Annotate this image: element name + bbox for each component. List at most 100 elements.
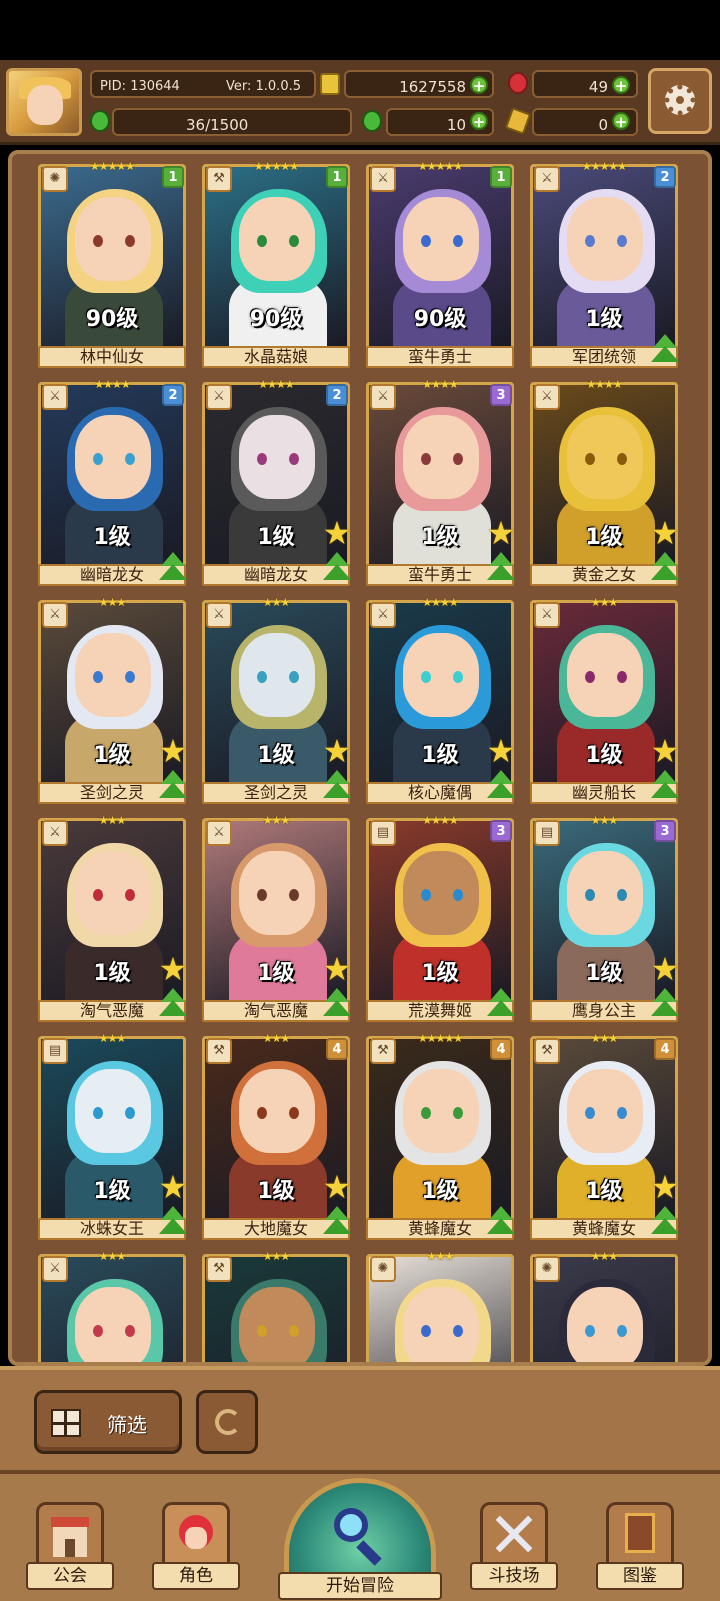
rank-badge: 4	[654, 1038, 676, 1060]
nav-codex-label: 图鉴	[596, 1562, 684, 1590]
settings-button[interactable]	[648, 68, 712, 134]
wrench-icon: ⚒	[206, 1038, 232, 1064]
gold-coin-icon	[320, 73, 340, 95]
gold-amount: 1627558	[399, 78, 466, 96]
filter-button[interactable]: 筛选	[34, 1390, 182, 1454]
nav-start-adventure[interactable]: 开始冒险	[278, 1478, 442, 1601]
nav-character[interactable]: 角色	[152, 1502, 240, 1596]
rank-badge: 3	[490, 384, 512, 406]
character-card[interactable]: 1级 ★★★★ ⚔ 核心魔偶 ★	[366, 596, 515, 806]
key-add-button[interactable]: +	[612, 112, 630, 130]
character-name: 林中仙女	[38, 346, 186, 368]
character-card[interactable]: ★★★ ✺	[530, 1250, 678, 1362]
star-up-icon: ★	[158, 950, 188, 988]
star-rating: ★★★	[98, 1250, 127, 1263]
character-level: 1级	[93, 525, 131, 550]
nav-character-label: 角色	[152, 1562, 240, 1590]
character-card[interactable]: 1级 ★★★★★ ⚒ 4 黄蜂魔女	[366, 1032, 515, 1242]
upgrade-arrow-icon	[156, 1204, 190, 1238]
star-up-icon: ★	[650, 950, 680, 988]
star-up-icon: ★	[322, 732, 352, 770]
sword-icon: ⚔	[206, 820, 232, 846]
guild-building-icon	[36, 1502, 104, 1566]
sword-icon: ⚔	[42, 384, 68, 410]
player-id-panel: PID: 130644 Ver: 1.0.0.5	[90, 70, 316, 98]
character-card[interactable]: 1级 ★★★★ ▤ 3 荒漠舞姬	[366, 814, 515, 1024]
character-level: 90级	[85, 307, 139, 332]
sword-icon: ⚔	[534, 166, 560, 192]
star-rating: ★★★★★	[417, 160, 463, 173]
character-card[interactable]: 1级 ★★★ ⚔ 圣剑之灵 ★	[38, 596, 187, 806]
character-card[interactable]: 1级 ★★★ ⚔ 淘气恶魔 ★	[202, 814, 351, 1024]
gold-add-button[interactable]: +	[470, 76, 488, 94]
character-card[interactable]: 1级 ★★★ ⚔ 淘气恶魔 ★	[38, 814, 187, 1024]
wrench-icon: ⚒	[370, 1038, 396, 1064]
reset-filter-button[interactable]	[196, 1390, 258, 1454]
character-card[interactable]: 1级 ★★★ ⚒ 4 大地魔女 ★	[202, 1032, 351, 1242]
nav-adventure-label: 开始冒险	[278, 1572, 442, 1600]
clover-amount: 10	[446, 116, 466, 134]
sword-icon: ⚔	[42, 1256, 68, 1282]
star-rating: ★★★	[590, 814, 619, 827]
crossed-swords-icon	[480, 1502, 548, 1566]
player-avatar[interactable]	[6, 68, 82, 136]
upgrade-arrow-icon	[320, 1204, 354, 1238]
star-rating: ★★★	[262, 814, 291, 827]
character-card[interactable]: 1级 ★★★★ ⚔ 2 幽暗龙女 ★	[202, 378, 351, 588]
sword-icon: ⚔	[206, 602, 232, 628]
character-card[interactable]: 90级 ★★★★★ ✺ 1 林中仙女	[38, 160, 186, 370]
character-card[interactable]: 1级 ★★★★★ ⚔ 2 军团统领	[530, 160, 679, 370]
grid-icon	[51, 1409, 81, 1437]
star-up-icon: ★	[650, 514, 680, 552]
character-card[interactable]: 1级 ★★★ ▤ 冰蛛女王 ★	[38, 1032, 187, 1242]
character-card[interactable]: 1级 ★★★★ ⚔ 3 蛮牛勇士 ★	[366, 378, 515, 588]
wrench-icon: ⚒	[534, 1038, 560, 1064]
avatar-face	[27, 85, 63, 125]
star-up-icon: ★	[158, 732, 188, 770]
upgrade-arrow-icon	[648, 332, 682, 366]
rank-badge: 4	[326, 1038, 348, 1060]
exp-progress: 36/1500	[186, 116, 249, 134]
gem-add-button[interactable]: +	[612, 76, 630, 94]
star-rating: ★★★★	[422, 814, 458, 827]
character-level: 90级	[413, 307, 467, 332]
star-rating: ★★★	[590, 596, 619, 609]
nav-arena[interactable]: 斗技场	[470, 1502, 558, 1596]
version-label: Ver: 1.0.0.5	[226, 79, 301, 94]
codex-book-icon	[606, 1502, 674, 1566]
character-card[interactable]: ★★★ ⚔	[38, 1250, 186, 1362]
star-up-icon: ★	[322, 1168, 352, 1206]
upgrade-arrow-icon	[320, 768, 354, 802]
sword-icon: ⚔	[534, 602, 560, 628]
upgrade-arrow-icon	[648, 550, 682, 584]
character-card[interactable]: 1级 ★★★★ ⚔ 2 幽暗龙女	[38, 378, 187, 588]
clover-add-button[interactable]: +	[470, 112, 488, 130]
character-card[interactable]: ★★★ ⚒	[202, 1250, 350, 1362]
character-grid[interactable]: 90级 ★★★★★ ✺ 1 林中仙女 90级 ★★★★★ ⚒ 1 水晶菇娘 90级 ★★★★★ ⚔ 1 蛮牛…	[8, 150, 712, 1366]
gear-icon	[665, 85, 695, 115]
nav-guild-label: 公会	[26, 1562, 114, 1590]
character-card[interactable]: ★★★ ✺	[366, 1250, 514, 1362]
character-name: 水晶菇娘	[202, 346, 350, 368]
rank-badge: 1	[490, 166, 512, 188]
rank-badge: 3	[654, 820, 676, 842]
star-rating: ★★★★★	[253, 160, 299, 173]
character-card[interactable]: 1级 ★★★ ⚒ 4 黄蜂魔女 ★	[530, 1032, 679, 1242]
upgrade-arrow-icon	[484, 986, 518, 1020]
star-rating: ★★★	[426, 1250, 455, 1263]
character-card[interactable]: 1级 ★★★ ⚔ 圣剑之灵 ★	[202, 596, 351, 806]
star-rating: ★★★	[98, 814, 127, 827]
character-card[interactable]: 1级 ★★★ ▤ 3 鹰身公主 ★	[530, 814, 679, 1024]
upgrade-arrow-icon	[156, 986, 190, 1020]
upgrade-arrow-icon	[484, 550, 518, 584]
nav-guild[interactable]: 公会	[26, 1502, 114, 1596]
character-card[interactable]: 90级 ★★★★★ ⚒ 1 水晶菇娘	[202, 160, 350, 370]
character-card[interactable]: 1级 ★★★★ ⚔ 黄金之女 ★	[530, 378, 679, 588]
character-card[interactable]: 1级 ★★★ ⚔ 幽灵船长 ★	[530, 596, 679, 806]
nav-codex[interactable]: 图鉴	[596, 1502, 684, 1596]
sword-icon: ⚔	[42, 820, 68, 846]
character-card[interactable]: 90级 ★★★★★ ⚔ 1 蛮牛勇士	[366, 160, 514, 370]
rank-badge: 2	[326, 384, 348, 406]
gem-amount: 49	[588, 78, 608, 96]
star-rating: ★★★★	[422, 378, 458, 391]
